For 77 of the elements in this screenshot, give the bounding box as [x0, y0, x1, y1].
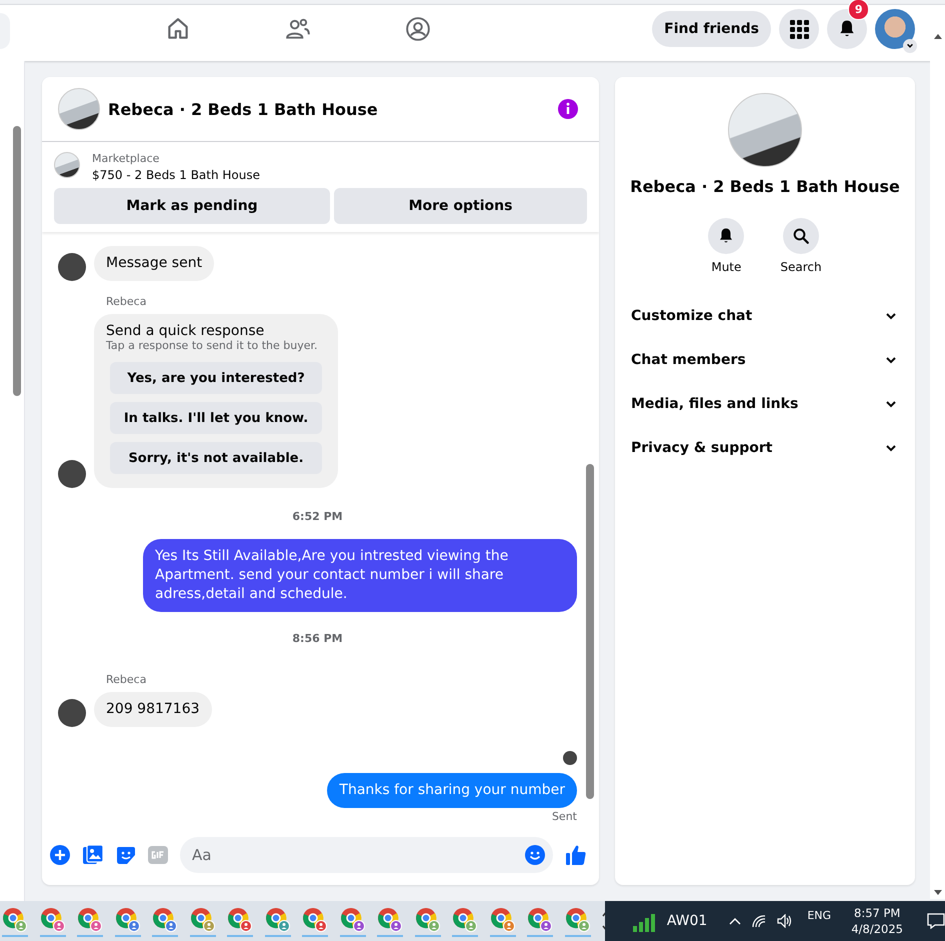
grid-icon	[789, 19, 809, 39]
browser-profile-taskbar-icon[interactable]	[40, 905, 66, 937]
browser-profile-taskbar-icon[interactable]	[227, 905, 253, 937]
plus-icon[interactable]	[50, 845, 70, 865]
sender-name: Rebeca	[106, 295, 148, 308]
mute-button[interactable]	[708, 218, 744, 254]
info-section-item[interactable]: Chat members	[615, 338, 915, 382]
message-input-field[interactable]: Aa	[180, 837, 553, 873]
timestamp: 8:56 PM	[292, 632, 343, 645]
info-section-item[interactable]: Customize chat	[615, 294, 915, 338]
listing-photo-placeholder	[54, 152, 80, 178]
scrollbar-thumb[interactable]	[586, 464, 594, 799]
browser-profile-taskbar-icon[interactable]	[377, 905, 403, 937]
listing-action-button[interactable]: Mark as pending	[54, 188, 330, 224]
browser-profile-taskbar-icon[interactable]	[527, 905, 553, 937]
browser-profile-taskbar-icon[interactable]	[77, 905, 103, 937]
find-friends-button[interactable]: Find friends	[652, 11, 771, 47]
action-label: Mute	[711, 260, 742, 274]
profile-avatar[interactable]	[875, 9, 915, 49]
speaker-icon[interactable]	[777, 914, 794, 928]
clock-time[interactable]: 8:57 PM	[854, 905, 900, 921]
emoji-icon[interactable]	[525, 845, 545, 865]
browser-profile-taskbar-icon[interactable]	[302, 905, 328, 937]
browser-profile-taskbar-icon[interactable]	[452, 905, 478, 937]
browser-profile-taskbar-icon[interactable]	[114, 905, 140, 937]
seen-avatar	[563, 751, 577, 765]
language-indicator[interactable]: ENG	[807, 909, 832, 933]
browser-profile-taskbar-icon[interactable]	[152, 905, 178, 937]
scrollbar-thumb[interactable]	[13, 126, 21, 396]
search-icon	[792, 227, 810, 245]
user-circle-icon[interactable]	[405, 16, 431, 42]
image-icon[interactable]	[82, 844, 104, 866]
scroll-up-icon[interactable]	[932, 32, 942, 40]
avatar	[58, 253, 86, 281]
clock-date[interactable]: 4/8/2025	[851, 921, 903, 937]
network-label[interactable]: AW01	[666, 913, 708, 929]
info-icon[interactable]	[557, 98, 579, 120]
search-button[interactable]	[782, 218, 819, 254]
chevron-up-icon[interactable]	[729, 916, 742, 926]
quick-response-hint: Tap a response to send it to the buyer.	[106, 339, 318, 352]
message-bubble: 209 9817163	[94, 692, 212, 727]
browser-profile-taskbar-icon[interactable]	[2, 905, 28, 937]
info-section-item[interactable]: Media, files and links	[615, 382, 915, 426]
listing-source: Marketplace	[92, 152, 160, 165]
avatar	[58, 699, 86, 727]
message-bubble: Yes Its Still Available,Are you intrested viewing the Apartment. send your contact number i will share adress,detail and schedule.	[143, 539, 577, 612]
action-label: Search	[780, 260, 822, 274]
listing-photo-placeholder	[58, 88, 100, 130]
quick-response-title: Send a quick response	[106, 323, 266, 339]
listing-summary: $750 - 2 Beds 1 Bath House	[92, 168, 260, 182]
sender-name: Rebeca	[106, 673, 148, 686]
browser-profile-taskbar-icon[interactable]	[490, 905, 516, 937]
chevron-down-icon[interactable]	[903, 39, 917, 53]
info-section-item[interactable]: Privacy & support	[615, 426, 915, 470]
avatar	[58, 460, 86, 488]
notification-center-icon[interactable]	[927, 913, 945, 929]
quick-reply-button[interactable]: In talks. I'll let you know.	[110, 402, 322, 434]
scroll-down-icon[interactable]	[932, 889, 942, 897]
sticker-icon[interactable]	[116, 845, 136, 865]
apps-menu-button[interactable]	[779, 9, 819, 49]
thumbs-up-icon[interactable]	[565, 844, 587, 866]
browser-profile-taskbar-icon[interactable]	[190, 905, 216, 937]
browser-profile-taskbar-icon[interactable]	[564, 905, 590, 937]
quick-reply-button[interactable]: Yes, are you interested?	[110, 362, 322, 394]
chat-title: Rebeca · 2 Beds 1 Bath House	[108, 100, 378, 118]
timestamp: 6:52 PM	[292, 510, 343, 523]
quick-reply-button[interactable]: Sorry, it's not available.	[110, 442, 322, 474]
listing-action-button[interactable]: More options	[334, 188, 587, 224]
browser-profile-taskbar-icon[interactable]	[340, 905, 366, 937]
wifi-icon[interactable]	[751, 914, 768, 928]
browser-profile-taskbar-icon[interactable]	[264, 905, 290, 937]
message-bubble: Message sent	[94, 246, 214, 281]
delivery-status: Sent	[552, 810, 577, 823]
message-bubble: Thanks for sharing your number	[327, 773, 577, 808]
notification-count-badge: 9	[848, 0, 870, 20]
browser-profile-taskbar-icon[interactable]	[414, 905, 440, 937]
chat-info-title: Rebeca · 2 Beds 1 Bath House	[630, 177, 900, 196]
